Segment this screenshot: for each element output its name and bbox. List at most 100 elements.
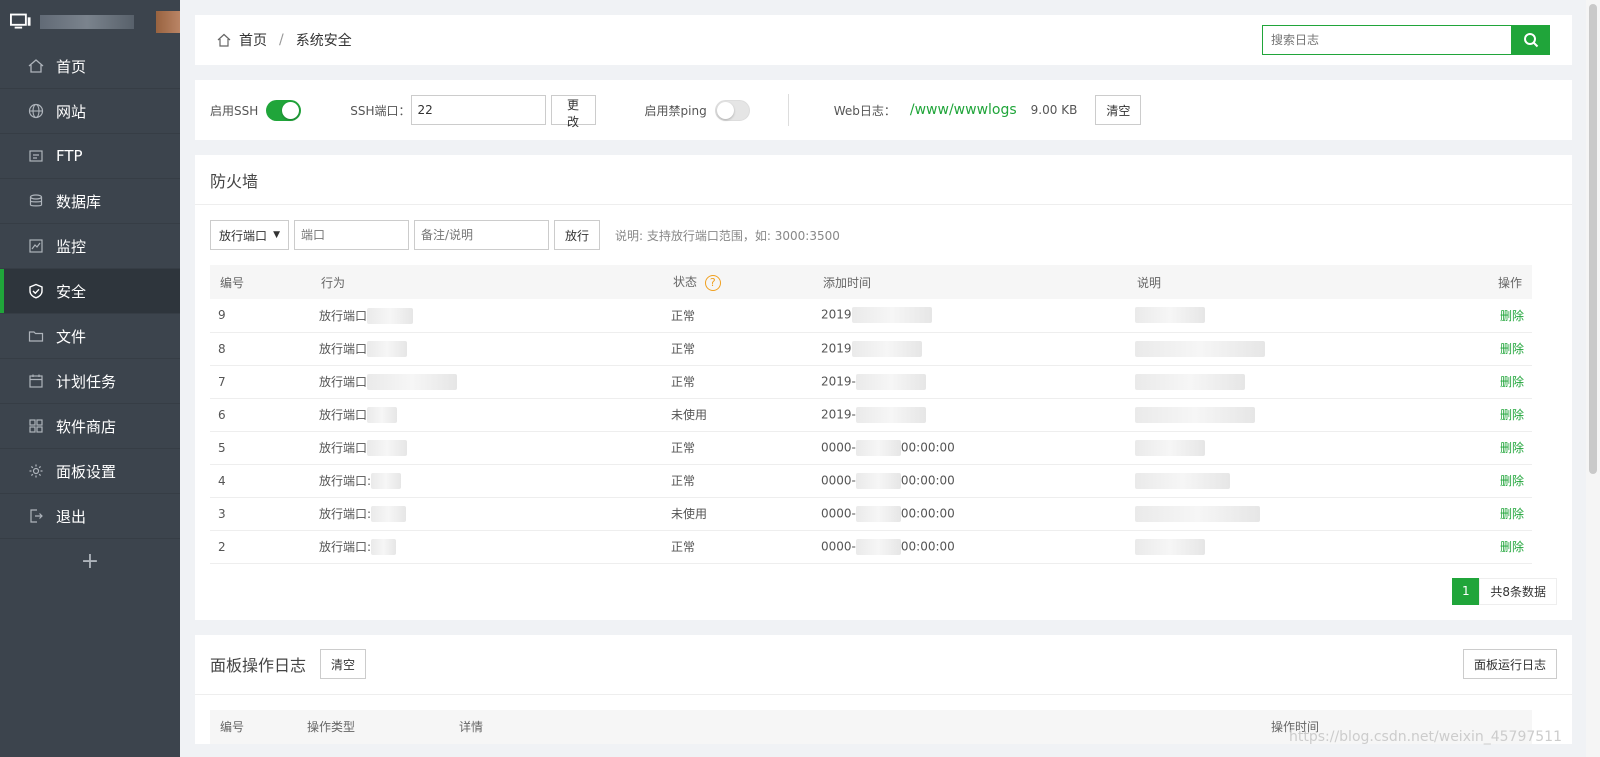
gear-icon (28, 463, 44, 479)
sidebar-item-label: 软件商店 (56, 417, 117, 436)
ssh-port-input[interactable] (410, 95, 546, 125)
breadcrumb: 首页 / 系统安全 (217, 30, 352, 50)
sidebar-item-3[interactable]: 数据库 (0, 179, 180, 224)
page-current[interactable]: 1 (1452, 577, 1480, 605)
port-input[interactable] (294, 220, 409, 250)
col-type: 操作类型 (297, 709, 449, 744)
ping-label: 启用禁ping (644, 103, 707, 118)
panel-run-log-button[interactable]: 面板运行日志 (1462, 649, 1557, 679)
col-status: 状态 ? (663, 265, 813, 299)
row-id: 2 (210, 530, 311, 564)
clear-panel-log-button[interactable]: 清空 (320, 649, 367, 679)
toggle-knob (282, 101, 300, 119)
note-input[interactable] (414, 220, 549, 250)
blurred-server-name (40, 15, 134, 29)
globe-icon (28, 103, 44, 119)
row-note (1127, 299, 1467, 333)
row-action: 放行端口 (311, 398, 663, 432)
redacted-port (371, 473, 402, 490)
row-id: 5 (210, 431, 311, 465)
add-menu-button[interactable]: + (0, 539, 180, 583)
redacted-time (851, 340, 922, 357)
sidebar-item-1[interactable]: 网站 (0, 89, 180, 134)
row-status: 正常 (663, 365, 813, 399)
shield-check-icon (28, 283, 44, 299)
sidebar-item-9[interactable]: 面板设置 (0, 449, 180, 494)
allow-port-button[interactable]: 放行 (554, 220, 601, 250)
row-action: 放行端口: (311, 464, 663, 498)
ping-toggle[interactable] (714, 99, 750, 121)
firewall-hint: 说明: 支持放行端口范围，如: 3000:3500 (615, 228, 840, 243)
sidebar-item-label: 首页 (56, 57, 87, 76)
sidebar-item-6[interactable]: 文件 (0, 314, 180, 359)
row-time: 0000- 00:00:00 (813, 464, 1127, 498)
rule-type-select[interactable]: 放行端口 ▼ (210, 220, 289, 250)
clear-weblog-button[interactable]: 清空 (1095, 95, 1142, 125)
delete-rule-link[interactable]: 删除 (1467, 497, 1532, 531)
sidebar-item-10[interactable]: 退出 (0, 494, 180, 539)
row-action: 放行端口: (311, 497, 663, 531)
main-content: 首页 / 系统安全 启用SSH SSH端口： 更改 启用禁ping Web日志：… (195, 15, 1572, 757)
redacted-time (855, 472, 901, 489)
page-scrollbar[interactable] (1586, 0, 1600, 757)
row-id: 3 (210, 497, 311, 531)
sidebar-item-label: 网站 (56, 102, 87, 121)
redacted-port (367, 440, 408, 457)
sidebar-item-0[interactable]: 首页 (0, 44, 180, 89)
redacted-port (371, 539, 397, 556)
row-id: 8 (210, 332, 311, 366)
table-row: 2 放行端口: 正常 0000- 00:00:00 删除 (210, 530, 1532, 564)
blurred-avatar (155, 11, 180, 33)
scrollbar-thumb[interactable] (1589, 4, 1597, 474)
sidebar-item-5[interactable]: 安全 (0, 269, 180, 314)
col-action: 行为 (311, 265, 663, 299)
table-row: 9 放行端口 正常 2019 删除 (210, 299, 1532, 333)
breadcrumb-separator: / (279, 32, 284, 48)
breadcrumb-home-link[interactable]: 首页 (239, 30, 267, 50)
watermark: https://blog.csdn.net/weixin_45797511 (1288, 729, 1562, 745)
col-ops: 操作 (1467, 265, 1532, 299)
weblog-size: 9.00 KB (1030, 103, 1078, 117)
ssh-toggle[interactable] (266, 99, 302, 121)
change-port-button[interactable]: 更改 (550, 95, 596, 129)
sidebar-item-8[interactable]: 软件商店 (0, 404, 180, 449)
help-icon[interactable]: ? (704, 274, 721, 291)
table-row: 3 放行端口: 未使用 0000- 00:00:00 删除 (210, 497, 1532, 531)
divider (787, 94, 789, 126)
sidebar-item-7[interactable]: 计划任务 (0, 359, 180, 404)
sidebar-item-4[interactable]: 监控 (0, 224, 180, 269)
sidebar-item-2[interactable]: FTP (0, 134, 180, 179)
table-row: 8 放行端口 正常 2019 删除 (210, 332, 1532, 366)
delete-rule-link[interactable]: 删除 (1467, 431, 1532, 465)
panel-log-card: 面板操作日志 清空 面板运行日志 编号 操作类型 详情 操作时间 (195, 634, 1572, 744)
delete-rule-link[interactable]: 删除 (1467, 299, 1532, 333)
delete-rule-link[interactable]: 删除 (1467, 464, 1532, 498)
delete-rule-link[interactable]: 删除 (1467, 365, 1532, 399)
ftp-icon (28, 148, 44, 164)
redacted-note (1135, 406, 1255, 423)
search-input[interactable] (1262, 25, 1512, 55)
row-action: 放行端口 (311, 332, 663, 366)
sidebar-item-label: 监控 (56, 237, 87, 256)
redacted-time (855, 505, 901, 522)
logo (0, 0, 180, 44)
rule-type-value: 放行端口 (219, 228, 268, 243)
redacted-note (1135, 472, 1230, 489)
delete-rule-link[interactable]: 删除 (1467, 332, 1532, 366)
redacted-port (371, 506, 407, 523)
search-button[interactable] (1512, 25, 1550, 55)
weblog-label: Web日志： (833, 103, 896, 118)
row-id: 9 (210, 299, 311, 333)
delete-rule-link[interactable]: 删除 (1467, 398, 1532, 432)
delete-rule-link[interactable]: 删除 (1467, 530, 1532, 564)
table-header-row: 编号 行为 状态 ? 添加时间 说明 操作 (210, 265, 1532, 299)
log-search (1262, 25, 1550, 55)
row-status: 正常 (663, 431, 813, 465)
redacted-time (855, 538, 901, 555)
row-id: 6 (210, 398, 311, 432)
weblog-path-link[interactable]: /www/wwwlogs (910, 102, 1017, 118)
row-status: 正常 (663, 299, 813, 333)
panel-log-title: 面板操作日志 (210, 656, 307, 675)
firewall-toolbar: 放行端口 ▼ 放行 说明: 支持放行端口范围，如: 3000:3500 (195, 205, 1572, 265)
table-row: 4 放行端口: 正常 0000- 00:00:00 删除 (210, 464, 1532, 498)
